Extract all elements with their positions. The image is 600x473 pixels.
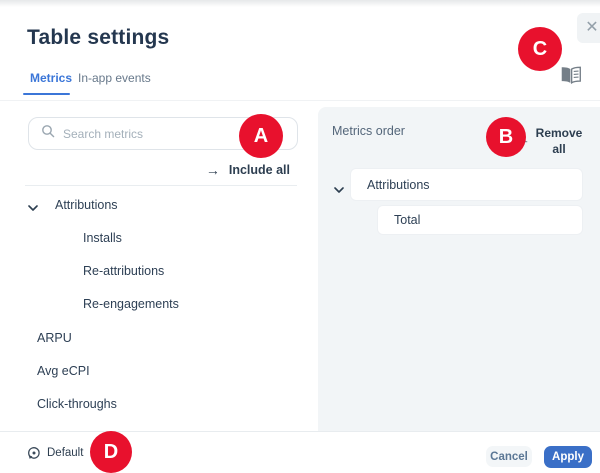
remove-all-button[interactable]: Remove all — [534, 125, 584, 157]
annotation-marker-b: B — [486, 117, 526, 157]
list-item-label: Installs — [83, 231, 122, 245]
list-item-arpu[interactable]: ARPU — [37, 329, 72, 346]
metrics-order-panel: Metrics order ← Remove all Attributions … — [318, 107, 600, 431]
close-button[interactable]: ✕ — [577, 13, 600, 43]
search-icon — [41, 124, 55, 143]
search-input[interactable] — [63, 127, 253, 141]
apply-button[interactable]: Apply — [544, 446, 592, 468]
list-item-label: ARPU — [37, 331, 72, 345]
chevron-down-icon[interactable] — [334, 181, 344, 199]
close-icon: ✕ — [585, 19, 598, 36]
list-item-re-engagements[interactable]: Re-engagements — [83, 295, 179, 312]
list-item-label: Re-attributions — [83, 264, 164, 278]
restore-default-icon[interactable] — [27, 446, 41, 460]
annotation-marker-c: C — [518, 27, 562, 71]
active-tab-underline — [23, 93, 70, 95]
divider — [25, 185, 297, 186]
list-item-label: Re-engagements — [83, 297, 179, 311]
page-title: Table settings — [27, 26, 169, 50]
list-item-click-throughs[interactable]: Click-throughs — [37, 395, 117, 412]
list-item-label: Avg eCPI — [37, 364, 90, 378]
list-item-installs[interactable]: Installs — [83, 229, 122, 246]
tab-bar: Metrics In-app events — [0, 60, 600, 101]
order-item-label: Total — [394, 213, 420, 227]
order-item-attributions[interactable]: Attributions — [350, 168, 583, 201]
default-button[interactable]: Default — [47, 447, 83, 459]
list-item-avg-ecpi[interactable]: Avg eCPI — [37, 362, 90, 379]
list-item-label: Attributions — [55, 198, 118, 212]
metrics-order-title: Metrics order — [332, 124, 405, 138]
include-all-label: Include all — [229, 163, 290, 177]
order-item-label: Attributions — [367, 178, 430, 192]
chevron-down-icon[interactable] — [28, 201, 38, 209]
list-item-attributions[interactable]: Attributions — [28, 196, 118, 213]
cancel-button[interactable]: Cancel — [486, 446, 532, 467]
tab-metrics[interactable]: Metrics — [30, 71, 72, 85]
glossary-book-icon[interactable] — [560, 66, 582, 86]
list-item-re-attributions[interactable]: Re-attributions — [83, 262, 164, 279]
list-item-label: Click-throughs — [37, 397, 117, 411]
modal-top-edge — [0, 0, 600, 7]
include-all-button[interactable]: → Include all — [150, 162, 290, 178]
arrow-right-icon: → — [206, 162, 220, 178]
annotation-marker-d: D — [90, 431, 132, 473]
order-item-total[interactable]: Total — [377, 205, 583, 235]
table-settings-modal: Table settings ✕ Metrics In-app events →… — [0, 0, 600, 473]
tab-in-app-events[interactable]: In-app events — [78, 71, 151, 85]
annotation-marker-a: A — [239, 114, 283, 158]
